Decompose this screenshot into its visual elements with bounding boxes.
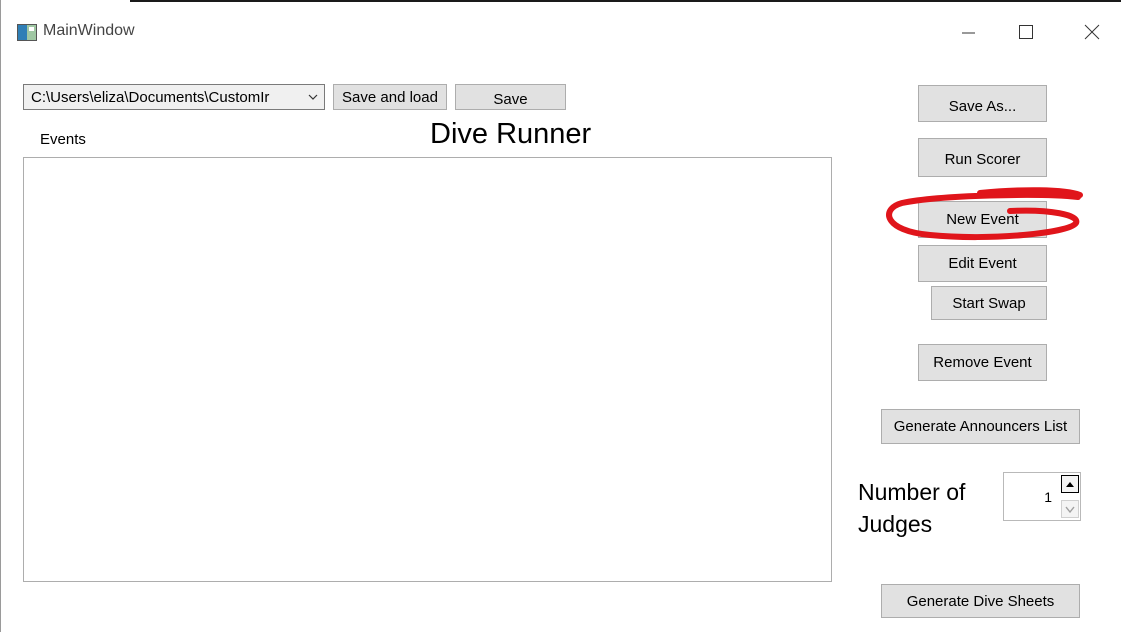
minimize-icon xyxy=(962,32,975,34)
minimize-button[interactable] xyxy=(945,14,991,50)
main-window: MainWindow C:\Users\eliza\Documents\Cust… xyxy=(0,0,1121,632)
red-circle-annotation xyxy=(886,187,1083,241)
close-button[interactable] xyxy=(1069,14,1115,50)
save-button[interactable]: Save xyxy=(455,84,566,110)
page-title: Dive Runner xyxy=(430,118,592,150)
maximize-icon xyxy=(1019,25,1033,39)
window-left-border xyxy=(0,0,1,632)
events-label: Events xyxy=(40,131,86,148)
save-as-button[interactable]: Save As... xyxy=(918,85,1047,122)
close-icon xyxy=(1084,24,1100,40)
judges-stepper[interactable]: 1 xyxy=(1003,472,1081,521)
file-path-combobox[interactable]: C:\Users\eliza\Documents\CustomIr xyxy=(23,84,325,110)
save-and-load-button[interactable]: Save and load xyxy=(333,84,447,110)
run-scorer-button[interactable]: Run Scorer xyxy=(918,138,1047,177)
file-path-value: C:\Users\eliza\Documents\CustomIr xyxy=(31,88,270,106)
window-title: MainWindow xyxy=(43,22,135,39)
spin-up-icon xyxy=(1066,481,1074,487)
chevron-down-icon xyxy=(302,93,324,101)
judges-value[interactable]: 1 xyxy=(1004,473,1052,520)
maximize-button[interactable] xyxy=(1003,14,1049,50)
number-of-judges-label: Number of Judges xyxy=(858,479,966,537)
spin-down-icon xyxy=(1065,506,1075,513)
spin-down-button[interactable] xyxy=(1061,500,1079,518)
start-swap-button[interactable]: Start Swap xyxy=(931,286,1047,320)
remove-event-button[interactable]: Remove Event xyxy=(918,344,1047,381)
generate-announcers-list-button[interactable]: Generate Announcers List xyxy=(881,409,1080,444)
generate-dive-sheets-button[interactable]: Generate Dive Sheets xyxy=(881,584,1080,618)
edit-event-button[interactable]: Edit Event xyxy=(918,245,1047,282)
spin-up-button[interactable] xyxy=(1061,475,1079,493)
app-window-icon xyxy=(17,24,37,41)
window-top-border xyxy=(130,0,1121,2)
events-list[interactable] xyxy=(23,157,832,582)
